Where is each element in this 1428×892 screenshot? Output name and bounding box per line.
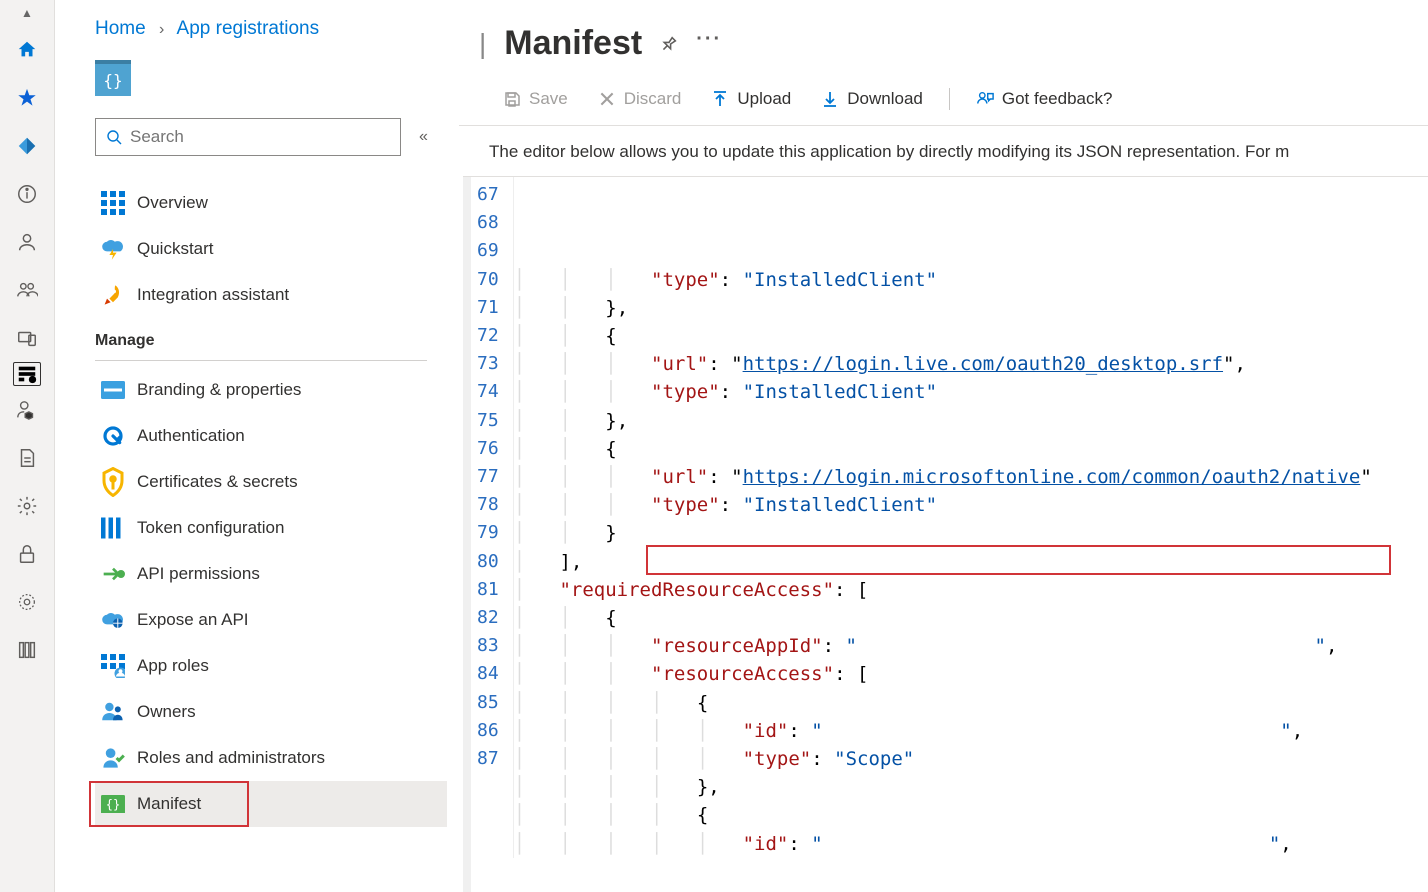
nav-integration-assistant[interactable]: Integration assistant: [95, 272, 447, 318]
cloud-globe-icon: [101, 608, 125, 632]
nav-label: App roles: [137, 656, 209, 676]
app-roles-icon: [101, 654, 125, 678]
nav-branding[interactable]: Branding & properties: [95, 367, 447, 413]
sidebar: Home › App registrations {} « Overv: [55, 0, 459, 892]
svg-text:{}: {}: [106, 797, 120, 811]
pin-icon: [656, 31, 681, 56]
page-header: | Manifest ···: [459, 0, 1428, 77]
code-area[interactable]: │ │ │ "type": "InstalledClient"│ │ },│ │…: [514, 177, 1428, 858]
nav-expose-api[interactable]: Expose an API: [95, 597, 447, 643]
nav-overview[interactable]: Overview: [95, 180, 447, 226]
save-button[interactable]: Save: [489, 83, 582, 115]
roles-admin-icon: [101, 746, 125, 770]
rail-lock-icon[interactable]: [11, 530, 43, 578]
auth-icon: [101, 424, 125, 448]
breadcrumb: Home › App registrations: [95, 0, 447, 60]
key-icon: [101, 470, 125, 494]
rail-scroll-up-icon[interactable]: ▲: [21, 6, 33, 26]
toolbar-separator: [949, 88, 950, 110]
rail-diamond-icon[interactable]: [11, 122, 43, 170]
collapse-sidebar-icon[interactable]: «: [415, 124, 432, 150]
feedback-icon: [976, 90, 994, 108]
feedback-button[interactable]: Got feedback?: [962, 83, 1127, 115]
discard-button[interactable]: Discard: [584, 83, 696, 115]
grid-tiles-icon: [101, 191, 125, 215]
nav-label: Owners: [137, 702, 196, 722]
rail-hybrid-icon[interactable]: [11, 578, 43, 626]
left-icon-rail: ▲: [0, 0, 55, 892]
download-icon: [821, 90, 839, 108]
editor-description: The editor below allows you to update th…: [459, 126, 1428, 176]
button-label: Download: [847, 89, 923, 109]
rail-info-icon[interactable]: [11, 170, 43, 218]
close-icon: [598, 90, 616, 108]
nav-label: API permissions: [137, 564, 260, 584]
nav-roles-administrators[interactable]: Roles and administrators: [95, 735, 447, 781]
nav-label: Expose an API: [137, 610, 249, 630]
rail-library-icon[interactable]: [11, 626, 43, 674]
cloud-bolt-icon: [101, 237, 125, 261]
nav-label: Certificates & secrets: [137, 472, 298, 492]
nav-authentication[interactable]: Authentication: [95, 413, 447, 459]
rail-devices-icon[interactable]: [11, 314, 43, 362]
nav-label: Quickstart: [137, 239, 214, 259]
download-button[interactable]: Download: [807, 83, 937, 115]
nav-token-configuration[interactable]: Token configuration: [95, 505, 447, 551]
nav-label: Token configuration: [137, 518, 284, 538]
nav-quickstart[interactable]: Quickstart: [95, 226, 447, 272]
pin-button[interactable]: [660, 35, 678, 53]
chevron-right-icon: ›: [151, 21, 172, 38]
rail-home-icon[interactable]: [11, 26, 43, 74]
manifest-icon: {}: [101, 792, 125, 816]
nav-api-permissions[interactable]: API permissions: [95, 551, 447, 597]
nav-certificates[interactable]: Certificates & secrets: [95, 459, 447, 505]
nav-label: Overview: [137, 193, 208, 213]
nav-label: Roles and administrators: [137, 748, 325, 768]
rail-people-icon[interactable]: [11, 266, 43, 314]
rail-favorite-icon[interactable]: [11, 74, 43, 122]
search-input[interactable]: [130, 127, 390, 147]
upload-button[interactable]: Upload: [697, 83, 805, 115]
button-label: Save: [529, 89, 568, 109]
button-label: Got feedback?: [1002, 89, 1113, 109]
nav-section-manage: Manage: [95, 318, 427, 361]
nav-label: Branding & properties: [137, 380, 301, 400]
rail-package-icon[interactable]: [11, 386, 43, 434]
nav-label: Authentication: [137, 426, 245, 446]
sidebar-nav: Overview Quickstart Integration assistan…: [95, 180, 447, 827]
nav-owners[interactable]: Owners: [95, 689, 447, 735]
main-content: | Manifest ··· Save Discard Upload: [459, 0, 1428, 892]
save-icon: [503, 90, 521, 108]
title-separator: |: [479, 28, 486, 60]
branding-icon: [101, 378, 125, 402]
bars-icon: [101, 516, 125, 540]
json-editor[interactable]: 6768697071727374757677787980818283848586…: [463, 176, 1428, 892]
nav-label: Manifest: [137, 794, 201, 814]
upload-icon: [711, 90, 729, 108]
api-arrow-icon: [101, 562, 125, 586]
search-icon: [106, 129, 122, 145]
button-label: Upload: [737, 89, 791, 109]
button-label: Discard: [624, 89, 682, 109]
page-title: Manifest: [504, 24, 642, 63]
rail-settings-icon[interactable]: [11, 482, 43, 530]
nav-label: Integration assistant: [137, 285, 289, 305]
nav-app-roles[interactable]: App roles: [95, 643, 447, 689]
owners-icon: [101, 700, 125, 724]
app-header-icon: {}: [95, 60, 447, 96]
editor-scrollbar[interactable]: [463, 177, 471, 892]
breadcrumb-home[interactable]: Home: [95, 18, 146, 39]
sidebar-search[interactable]: [95, 118, 401, 156]
rocket-icon: [101, 283, 125, 307]
breadcrumb-app-registrations[interactable]: App registrations: [177, 18, 320, 39]
app-braces-icon: {}: [95, 60, 131, 96]
rail-grid-icon[interactable]: [13, 362, 41, 386]
rail-person-icon[interactable]: [11, 218, 43, 266]
more-actions-button[interactable]: ···: [696, 28, 722, 59]
toolbar: Save Discard Upload Download Got feedbac…: [459, 77, 1428, 126]
rail-document-icon[interactable]: [11, 434, 43, 482]
nav-manifest[interactable]: {} Manifest: [95, 781, 447, 827]
